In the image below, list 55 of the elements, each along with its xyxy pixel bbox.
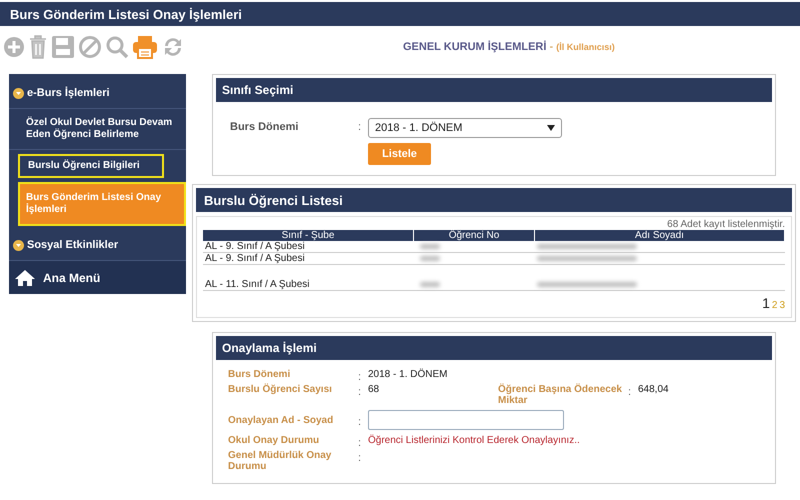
column-header: Adı Soyadı <box>534 230 784 241</box>
menu-group-label: e-Burs İşlemleri <box>27 87 110 99</box>
approver-name-field[interactable] <box>368 410 564 430</box>
table-cell: AL - 9. Sınıf / A Şubesi <box>203 252 414 264</box>
panel-title: Onaylama İşlemi <box>222 341 317 355</box>
field-label: Burs Dönemi <box>230 120 300 133</box>
colon: : <box>358 120 362 133</box>
panel-title: Sınıfı Seçimi <box>222 83 294 97</box>
search-icon[interactable] <box>105 35 129 59</box>
page-link[interactable]: 1 <box>762 295 770 311</box>
field-label: Burslu Öğrenci Sayısı <box>228 383 333 395</box>
separator-text: - <box>549 41 554 53</box>
colon: : <box>358 451 362 464</box>
user-role: (İl Kullanıcısı) <box>556 42 615 52</box>
trash-icon[interactable] <box>28 35 48 59</box>
panel-title: Burslu Öğrenci Listesi <box>204 192 343 208</box>
field-value: 68 <box>368 383 380 395</box>
dropdown-caret-icon <box>547 125 555 131</box>
column-header: Sınıf - Şube <box>203 230 414 241</box>
record-count: 68 Adet kayıt listelenmiştir. <box>666 219 785 230</box>
section-heading: GENEL KURUM İŞLEMLERİ <box>403 41 546 53</box>
arrow-circle-icon <box>13 88 24 98</box>
menu-group-label: Sosyal Etkinlikler <box>27 239 118 251</box>
column-header: Öğrenci No <box>414 230 534 241</box>
field-label: Okul Onay Durumu <box>228 434 320 446</box>
colon: : <box>358 436 362 449</box>
home-menu-item[interactable]: Ana Menü <box>9 261 186 294</box>
table-cell: AL - 11. Sınıf / A Şubesi <box>203 279 414 290</box>
colon: : <box>358 370 362 383</box>
colon: : <box>358 414 362 428</box>
field-label: Burs Dönemi <box>228 368 292 380</box>
add-icon[interactable] <box>3 36 25 58</box>
blurred-number <box>420 244 440 249</box>
menu-item[interactable]: Burslu Öğrenci Bilgileri <box>18 154 164 178</box>
save-icon[interactable] <box>51 35 75 59</box>
colon: : <box>628 385 632 398</box>
menu-group[interactable]: e-Burs İşlemleri <box>9 78 186 109</box>
home-icon <box>15 269 35 286</box>
colon: : <box>358 385 362 398</box>
menu-item[interactable]: Özel Okul Devlet Bursu Devam Eden Öğrenci Belirleme <box>9 109 186 150</box>
home-label: Ana Menü <box>43 270 100 284</box>
table-cell: AL - 9. Sınıf / A Şubesi <box>203 241 414 252</box>
arrow-circle-icon <box>13 240 24 250</box>
blurred-number <box>420 256 440 261</box>
field-label: Onaylayan Ad - Soyad <box>228 414 334 426</box>
field-value: 2018 - 1. DÖNEM <box>368 368 448 380</box>
window-title: Burs Gönderim Listesi Onay İşlemleri <box>10 6 242 22</box>
blurred-number <box>420 282 440 287</box>
printer-icon[interactable] <box>132 35 158 59</box>
field-label: Genel Müdürlük Onay Durumu <box>228 449 332 472</box>
cancel-icon[interactable] <box>78 35 102 59</box>
term-dropdown[interactable]: 2018 - 1. DÖNEM <box>368 118 562 138</box>
field-label: Öğrenci Başına Ödenecek Miktar <box>498 383 623 406</box>
status-message: Öğrenci Listlerinizi Kontrol Ederek Onaylayınız.. <box>368 434 580 446</box>
field-value: 648,04 <box>638 383 669 395</box>
